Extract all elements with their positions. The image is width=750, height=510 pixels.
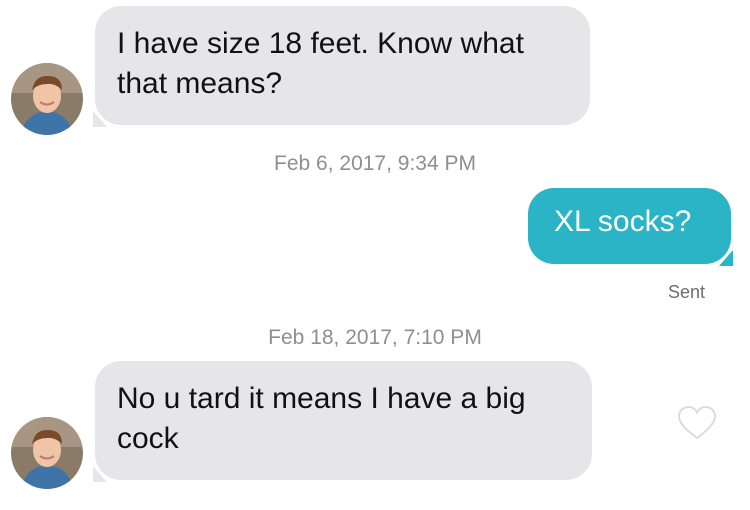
chat-thread: I have size 18 feet. Know what that mean… bbox=[0, 0, 750, 510]
message-bubble-outgoing[interactable]: XL socks? bbox=[528, 188, 733, 266]
message-text: No u tard it means I have a big cock bbox=[117, 382, 526, 455]
timestamp: Feb 18, 2017, 7:10 PM bbox=[268, 326, 482, 349]
message-bubble-incoming[interactable]: No u tard it means I have a big cock bbox=[93, 361, 592, 482]
message-bubble-incoming[interactable]: I have size 18 feet. Know what that mean… bbox=[93, 6, 590, 127]
heart-icon[interactable] bbox=[677, 405, 717, 441]
sent-status: Sent bbox=[668, 282, 706, 302]
avatar[interactable] bbox=[11, 417, 83, 489]
message-text: XL socks? bbox=[554, 205, 692, 238]
timestamp: Feb 6, 2017, 9:34 PM bbox=[274, 152, 476, 175]
message-text: I have size 18 feet. Know what that mean… bbox=[117, 27, 524, 100]
avatar[interactable] bbox=[11, 63, 83, 135]
